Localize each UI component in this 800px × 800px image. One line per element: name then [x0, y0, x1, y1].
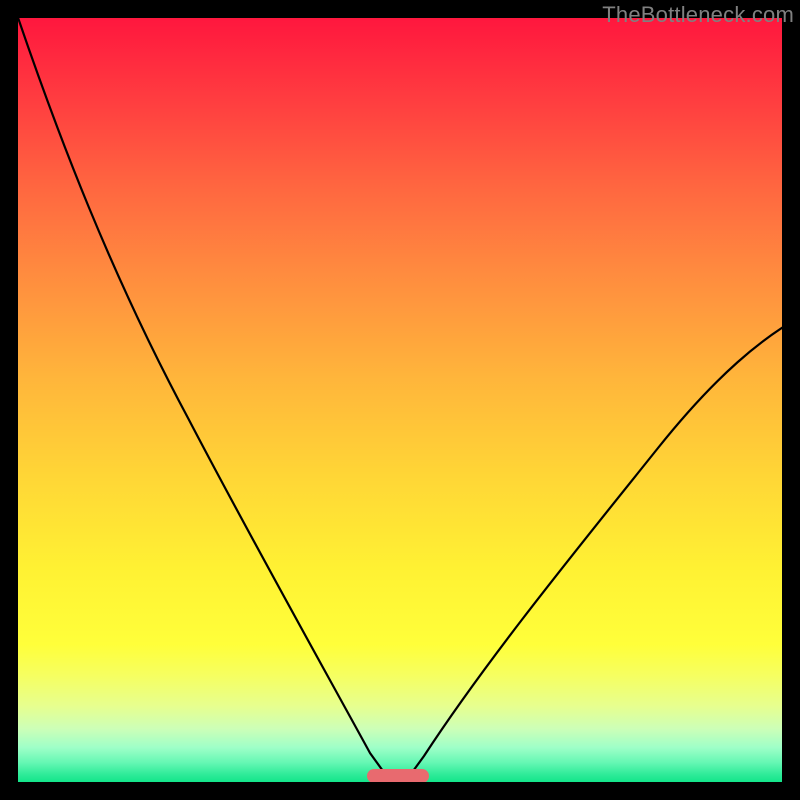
plot-area — [18, 18, 782, 782]
curve-left-branch — [18, 18, 388, 778]
bottleneck-curve — [18, 18, 782, 782]
curve-right-branch — [408, 318, 782, 778]
outer-frame: TheBottleneck.com — [0, 0, 800, 800]
watermark-text: TheBottleneck.com — [602, 2, 794, 28]
optimal-range-marker — [367, 769, 429, 782]
